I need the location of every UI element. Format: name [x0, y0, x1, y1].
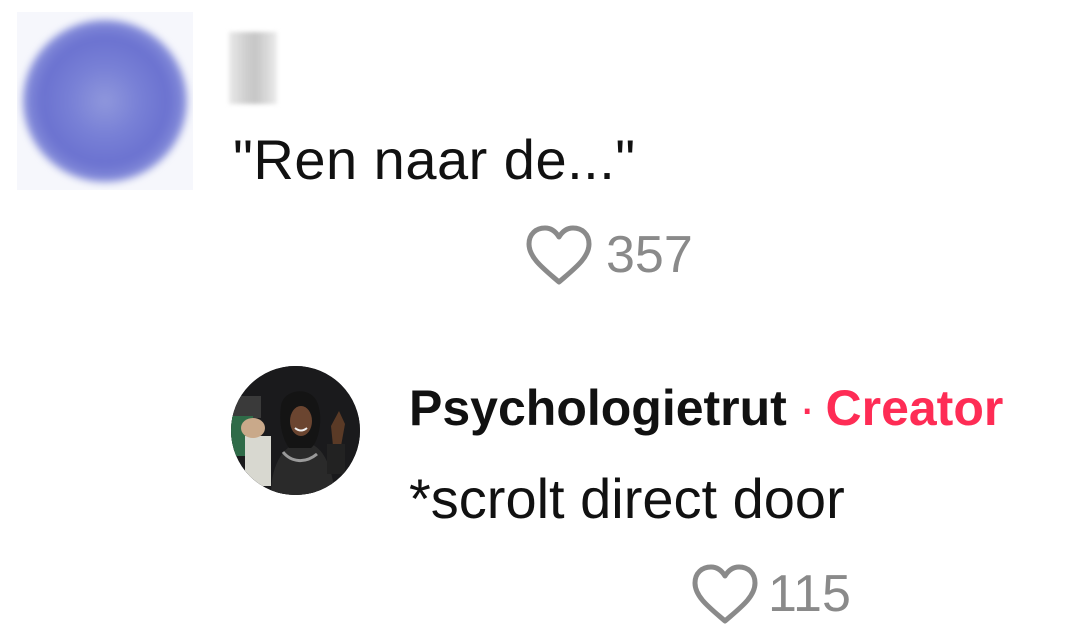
reply-separator: · — [798, 380, 816, 436]
comment-thread: "Ren naar de..." 357 Psychologietrut · Cre… — [0, 0, 1088, 638]
creator-badge: Creator — [825, 380, 1004, 436]
reply-author-name[interactable]: Psychologietrut — [409, 380, 787, 436]
reply-text: *scrolt direct door — [409, 467, 845, 530]
reply-header: Psychologietrut · Creator — [409, 378, 1003, 438]
creator-avatar[interactable] — [231, 366, 360, 495]
commenter-username-redacted[interactable] — [229, 32, 277, 104]
blurred-avatar-image — [23, 20, 187, 182]
comment-like-group: 357 — [524, 224, 693, 286]
reply-like-count: 115 — [768, 565, 851, 623]
heart-outline-icon[interactable] — [524, 224, 594, 286]
heart-outline-icon[interactable] — [690, 563, 760, 625]
creator-avatar-photo — [231, 366, 360, 495]
reply-like-group: 115 — [690, 563, 851, 625]
comment-text: "Ren naar de..." — [233, 128, 636, 191]
commenter-avatar[interactable] — [17, 12, 193, 190]
comment-like-count: 357 — [606, 226, 693, 284]
